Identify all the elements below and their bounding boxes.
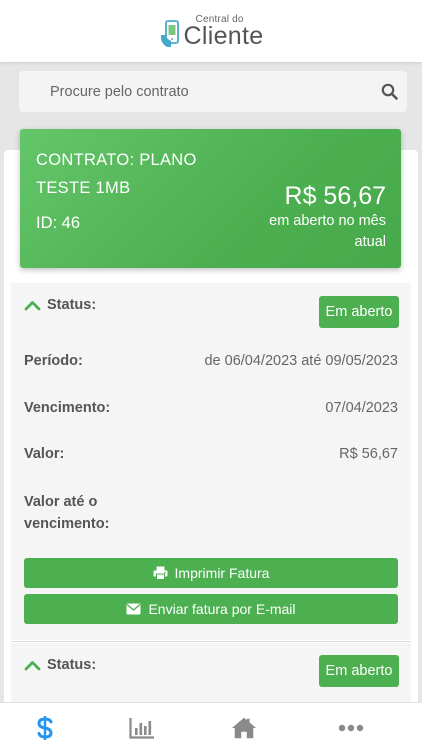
value-label: Valor: <box>24 446 65 462</box>
app-header: Central do Cliente <box>0 0 422 62</box>
invoice-detail-2: Status: Em aberto <box>11 643 411 703</box>
value-amount: R$ 56,67 <box>339 446 398 462</box>
print-invoice-button[interactable]: Imprimir Fatura <box>24 558 398 588</box>
invoice-status-toggle[interactable]: Status: <box>24 297 96 313</box>
more-icon <box>338 724 364 732</box>
status-label: Status: <box>47 297 97 313</box>
email-invoice-label: Enviar fatura por E-mail <box>148 601 296 617</box>
invoice-status-toggle-2[interactable]: Status: <box>24 657 96 673</box>
nav-more[interactable] <box>338 715 364 741</box>
contract-amount-note: em aberto no mês atual <box>269 213 386 250</box>
dollar-icon <box>37 716 53 740</box>
status-badge-2: Em aberto <box>319 655 399 687</box>
value-until-due-label: Valor até o vencimento: <box>24 494 110 532</box>
bottom-nav <box>0 702 422 750</box>
logo-big-text: Cliente <box>183 22 264 50</box>
nav-home[interactable] <box>231 715 257 741</box>
envelope-icon <box>126 603 141 615</box>
due-date-value: 07/04/2023 <box>325 400 398 416</box>
contract-id: ID: 46 <box>36 214 81 232</box>
nav-consumo[interactable] <box>129 715 155 741</box>
contract-summary[interactable]: CONTRATO: PLANO TESTE 1MB ID: 46 R$ 56,6… <box>20 129 401 268</box>
contract-search <box>19 71 407 112</box>
status-label-2: Status: <box>47 657 97 673</box>
period-label: Período: <box>24 353 83 369</box>
search-icon[interactable] <box>381 83 398 100</box>
contract-open-amount: R$ 56,67 <box>284 182 386 210</box>
invoice-detail: Status: Em aberto Período: de 06/04/2023… <box>11 283 411 640</box>
chart-icon <box>129 718 154 739</box>
contract-name: CONTRATO: PLANO TESTE 1MB <box>36 151 197 197</box>
chevron-up-icon <box>24 300 41 310</box>
logo-phone-icon <box>160 20 179 47</box>
print-invoice-label: Imprimir Fatura <box>174 565 270 581</box>
invoice-divider <box>11 641 411 642</box>
app-logo: Central do Cliente <box>159 15 264 49</box>
email-invoice-button[interactable]: Enviar fatura por E-mail <box>24 594 398 624</box>
app-root: Central do Cliente CONTRATO: PLANO TESTE… <box>0 0 422 750</box>
due-date-label: Vencimento: <box>24 400 111 416</box>
search-input[interactable] <box>19 71 407 112</box>
printer-icon <box>153 566 168 580</box>
chevron-up-icon <box>24 660 41 670</box>
status-badge: Em aberto <box>319 296 399 328</box>
nav-financeiro[interactable] <box>32 715 58 741</box>
home-icon <box>231 717 257 739</box>
period-value: de 06/04/2023 até 09/05/2023 <box>204 353 398 369</box>
